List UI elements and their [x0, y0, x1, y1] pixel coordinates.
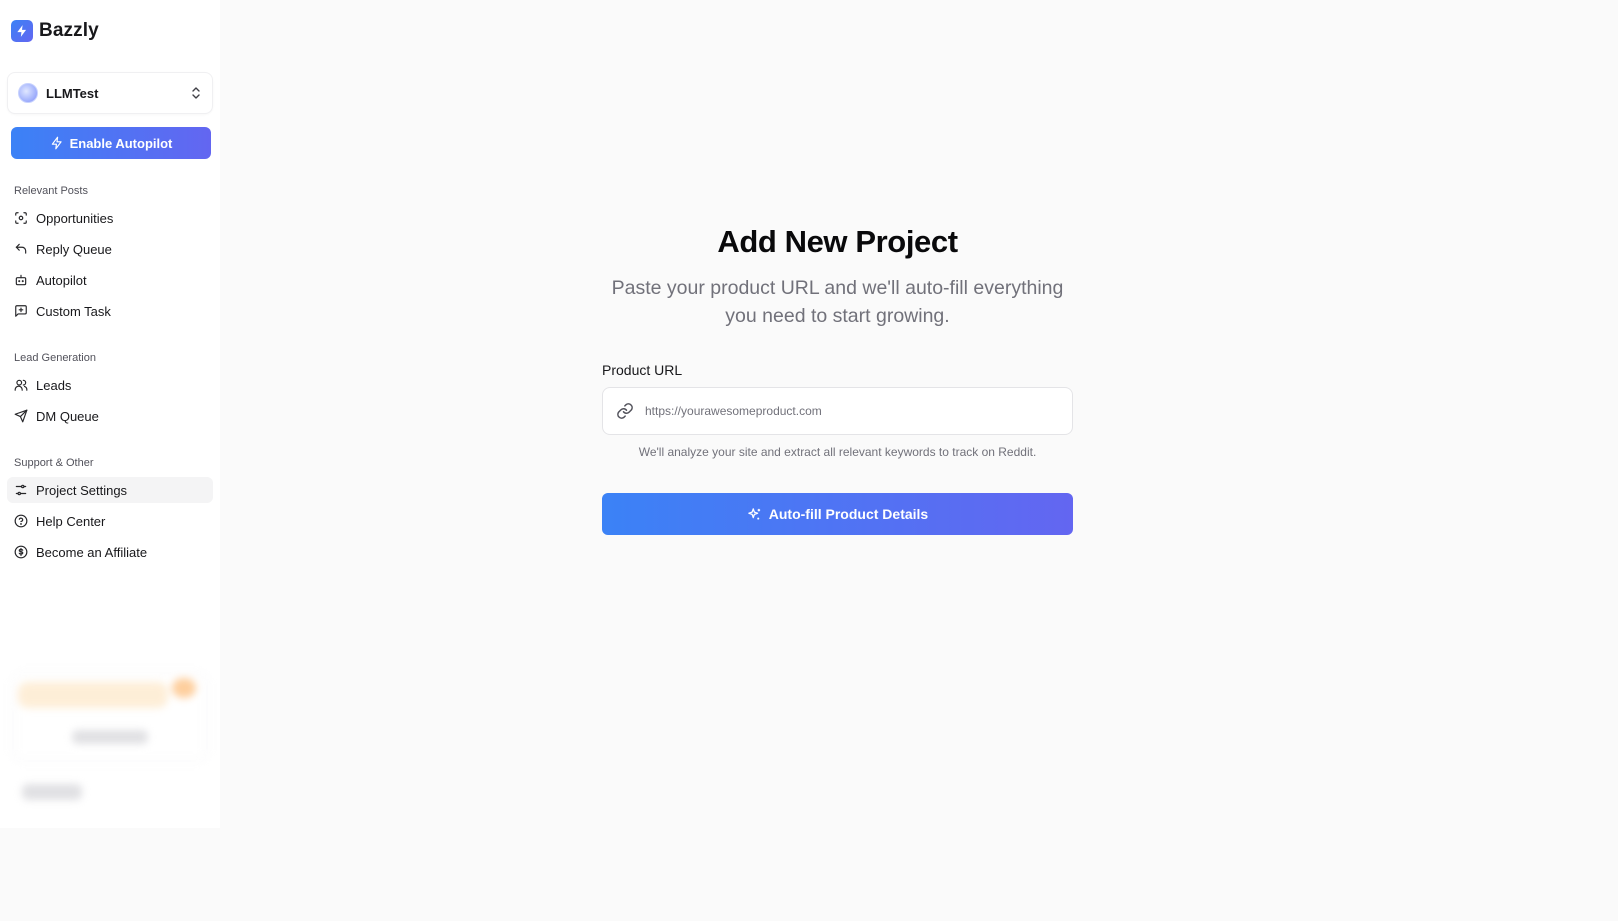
sidebar-item-label: Project Settings [36, 482, 128, 498]
enable-autopilot-label: Enable Autopilot [69, 135, 173, 151]
sidebar-item-autopilot[interactable]: Autopilot [7, 267, 213, 293]
message-square-icon [15, 305, 27, 317]
section-title-lead-generation: Lead Generation [14, 352, 96, 364]
sidebar-item-label: Reply Queue [36, 241, 112, 257]
sparkles-icon [748, 507, 760, 519]
sliders-icon [15, 484, 27, 496]
auto-fill-product-details-button[interactable]: Auto-fill Product Details [602, 493, 1073, 535]
help-circle-icon [14, 514, 28, 528]
product-url-label: Product URL [602, 362, 683, 378]
sidebar: Bazzly LLMTest Enable Autopilot Relevant… [0, 0, 220, 828]
product-url-input[interactable] [645, 404, 1045, 418]
brand[interactable]: Bazzly [7, 0, 213, 62]
sidebar-item-label: Become an Affiliate [36, 544, 148, 560]
sidebar-item-label: DM Queue [36, 408, 99, 424]
sidebar-item-label: Custom Task [36, 303, 111, 319]
page-subtitle-line-1: Paste your product URL and we'll auto-fi… [611, 277, 1064, 299]
main-content: Add New Project Paste your product URL a… [220, 0, 1456, 828]
sidebar-item-dm-queue[interactable]: DM Queue [7, 403, 213, 429]
chevrons-up-down-icon [192, 87, 200, 99]
blurred-promo-card [12, 672, 208, 822]
sidebar-item-label: Leads [36, 377, 72, 393]
enable-autopilot-button[interactable]: Enable Autopilot [11, 127, 211, 159]
auto-fill-button-label: Auto-fill Product Details [768, 506, 929, 522]
project-name: LLMTest [46, 85, 99, 101]
scan-face-icon [15, 212, 27, 224]
sidebar-item-reply-queue[interactable]: Reply Queue [7, 236, 213, 262]
product-url-help-text: We'll analyze your site and extract all … [638, 445, 1037, 459]
sidebar-item-label: Autopilot [36, 272, 87, 288]
product-url-field[interactable] [602, 387, 1073, 435]
sidebar-item-project-settings[interactable]: Project Settings [7, 477, 213, 503]
sidebar-item-opportunities[interactable]: Opportunities [7, 205, 213, 231]
page-title: Add New Project [717, 224, 958, 259]
section-title-support-other: Support & Other [14, 457, 94, 469]
page-subtitle-line-2: you need to start growing. [725, 305, 950, 327]
app-window: Bazzly LLMTest Enable Autopilot Relevant… [0, 0, 1456, 828]
brand-name: Bazzly [39, 20, 99, 41]
project-avatar [18, 83, 38, 103]
add-project-form: Add New Project Paste your product URL a… [602, 222, 1073, 535]
link-icon [617, 403, 633, 419]
sidebar-item-help-center[interactable]: Help Center [7, 508, 213, 534]
send-icon [14, 409, 28, 423]
users-icon [14, 379, 28, 391]
sidebar-item-leads[interactable]: Leads [7, 372, 213, 398]
lightning-icon [51, 136, 62, 150]
dollar-circle-icon [14, 545, 28, 559]
sidebar-item-become-affiliate[interactable]: Become an Affiliate [7, 539, 213, 565]
lightning-bolt-icon [11, 20, 33, 42]
sidebar-item-label: Help Center [36, 513, 106, 529]
bot-icon [15, 274, 27, 286]
sidebar-item-label: Opportunities [36, 210, 114, 226]
page-subtitle: Paste your product URL and we'll auto-fi… [602, 274, 1073, 330]
project-switcher[interactable]: LLMTest [7, 72, 213, 114]
sidebar-item-custom-task[interactable]: Custom Task [7, 298, 213, 324]
reply-arrow-icon [15, 243, 27, 254]
section-title-relevant-posts: Relevant Posts [14, 185, 88, 197]
